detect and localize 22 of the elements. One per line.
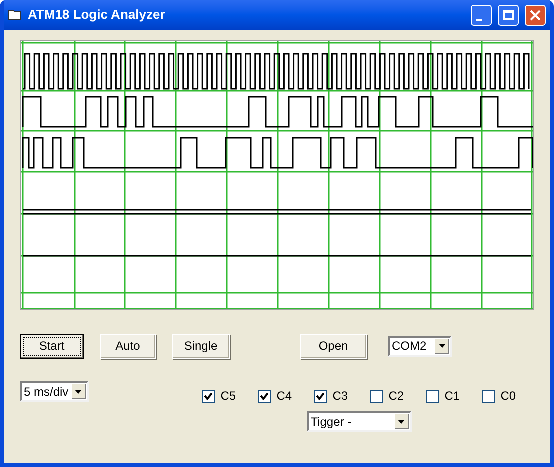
channel-checkbox[interactable]: C2: [370, 387, 426, 405]
channel-checkbox[interactable]: C5: [202, 387, 258, 405]
close-icon: [530, 10, 541, 20]
window-icon: [8, 9, 22, 21]
push-button[interactable]: Start: [20, 334, 84, 358]
channel-checkbox[interactable]: C3: [314, 387, 370, 405]
maximize-button[interactable]: [498, 4, 519, 26]
dropdown-field[interactable]: 5 ms/div: [20, 381, 89, 402]
push-button[interactable]: Open: [300, 334, 367, 358]
dropdown-field[interactable]: COM2: [388, 336, 452, 356]
push-button[interactable]: Auto: [100, 334, 156, 358]
checkmark-icon: [316, 392, 325, 400]
window-title: ATM18 Logic Analyzer: [28, 6, 166, 24]
channel-checkbox[interactable]: C0: [482, 387, 538, 405]
channel-checkbox[interactable]: C4: [258, 387, 314, 405]
channel-checkbox[interactable]: C1: [426, 387, 482, 405]
dropdown-field[interactable]: Tigger -: [306, 411, 412, 432]
checkmark-icon: [204, 392, 213, 400]
minimize-button[interactable]: [471, 4, 492, 26]
push-button[interactable]: Single: [172, 334, 230, 358]
checkmark-icon: [260, 392, 269, 400]
close-button[interactable]: [525, 4, 546, 26]
